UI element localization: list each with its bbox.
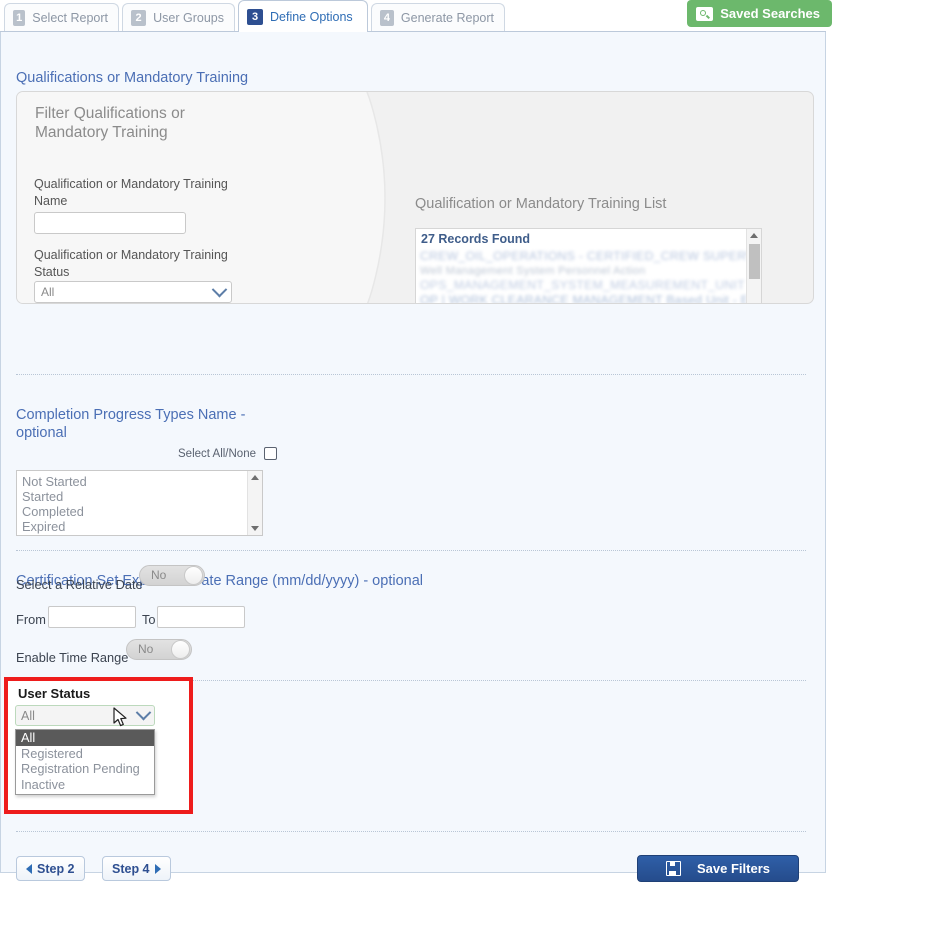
- qualification-list-rows: CREW_OIL_OPERATIONS - CERTIFIED_CREW SUP…: [420, 249, 759, 303]
- vertical-scroll-thumb[interactable]: [749, 244, 760, 279]
- relative-date-label: Select a Relative Date: [16, 577, 143, 592]
- tab-number-2: 2: [131, 9, 147, 26]
- arrow-right-icon: [154, 863, 161, 874]
- time-range-toggle-value: No: [138, 642, 154, 656]
- dropdown-option-all[interactable]: All: [16, 730, 154, 746]
- report-wizard-page: 1 Select Report 2 User Groups 3 Define O…: [0, 0, 946, 933]
- to-date-input[interactable]: [157, 606, 245, 628]
- tab-label-select-report: Select Report: [32, 10, 108, 25]
- list-item[interactable]: Well Management System Personnel Action: [420, 264, 759, 279]
- qualification-status-select[interactable]: All: [34, 281, 232, 303]
- folder-search-icon: [696, 6, 714, 21]
- section-divider: [16, 831, 806, 832]
- divider-curve-shape: [337, 92, 386, 303]
- qualifications-section-title: Qualifications or Mandatory Training: [16, 70, 249, 86]
- to-label: To: [142, 612, 156, 627]
- chevron-down-icon: [211, 281, 228, 297]
- qualification-status-value: All: [41, 285, 55, 299]
- user-status-dropdown-list[interactable]: All Registered Registration Pending Inac…: [15, 729, 155, 795]
- user-status-label: User Status: [18, 686, 91, 701]
- tab-generate-report[interactable]: 4 Generate Report: [371, 3, 505, 31]
- qualification-name-label: Qualification or Mandatory Training Name: [34, 177, 228, 208]
- select-all-none-label: Select All/None: [178, 447, 256, 460]
- relative-date-toggle-value: No: [151, 568, 167, 582]
- tab-number-4: 4: [380, 9, 394, 26]
- list-item[interactable]: OP | WORK CLEARANCE MANAGEMENT Based Uni…: [420, 293, 759, 303]
- qualifications-filter-panel: Filter Qualifications or Mandatory Train…: [16, 91, 814, 304]
- scroll-up-arrow-icon[interactable]: [251, 475, 259, 480]
- records-found-count: 27 Records Found: [421, 232, 531, 246]
- list-item[interactable]: CREW_OIL_OPERATIONS - CERTIFIED_CREW SUP…: [420, 249, 759, 264]
- user-status-select[interactable]: All: [15, 704, 155, 726]
- previous-step-label: Step 2: [37, 861, 75, 876]
- arrow-left-icon: [26, 863, 32, 874]
- list-vertical-scrollbar[interactable]: [746, 229, 761, 303]
- select-all-none-control[interactable]: Select All/None: [178, 447, 277, 460]
- list-item[interactable]: Completed: [17, 504, 262, 519]
- floppy-disk-icon: [666, 861, 681, 876]
- tab-select-report[interactable]: 1 Select Report: [4, 3, 119, 31]
- scroll-up-arrow-icon[interactable]: [750, 233, 758, 238]
- tab-number-1: 1: [13, 9, 26, 26]
- completion-progress-listbox[interactable]: Not Started Started Completed Expired: [16, 470, 263, 536]
- toggle-knob: [184, 566, 203, 585]
- qualification-name-input[interactable]: [34, 212, 186, 234]
- qualification-list-box[interactable]: 27 Records Found CREW_OIL_OPERATIONS - C…: [415, 228, 762, 303]
- dropdown-option-registration-pending[interactable]: Registration Pending: [16, 761, 154, 777]
- section-divider: [16, 550, 806, 551]
- tab-label-define-options: Define Options: [270, 9, 353, 24]
- panel-divider-curve: [337, 92, 397, 303]
- dropdown-option-inactive[interactable]: Inactive: [16, 777, 154, 793]
- section-divider: [16, 374, 806, 375]
- save-filters-label: Save Filters: [697, 861, 770, 876]
- from-label: From: [16, 612, 46, 627]
- qualification-status-label: Qualification or Mandatory Training Stat…: [34, 248, 228, 279]
- scroll-down-arrow-icon[interactable]: [251, 526, 259, 531]
- time-range-toggle[interactable]: No: [126, 639, 192, 660]
- filter-panel-title: Filter Qualifications or Mandatory Train…: [35, 105, 185, 141]
- previous-step-button[interactable]: Step 2: [16, 856, 85, 881]
- completion-list-scrollbar[interactable]: [247, 471, 262, 535]
- completion-progress-section-title: Completion Progress Types Name - optiona…: [16, 407, 246, 441]
- saved-searches-button[interactable]: Saved Searches: [687, 0, 832, 27]
- tab-label-generate-report: Generate Report: [400, 10, 494, 25]
- user-status-selected-value: All: [21, 708, 35, 723]
- saved-searches-label: Saved Searches: [720, 6, 820, 21]
- tab-define-options[interactable]: 3 Define Options: [238, 0, 368, 32]
- list-item[interactable]: OPS_MANAGEMENT_SYSTEM_MEASUREMENT_UNIT: [420, 278, 759, 293]
- tab-number-3: 3: [247, 8, 263, 25]
- relative-date-toggle[interactable]: No: [139, 565, 205, 586]
- list-item[interactable]: Started: [17, 489, 262, 504]
- tab-user-groups[interactable]: 2 User Groups: [122, 3, 235, 31]
- select-all-none-checkbox[interactable]: [264, 447, 277, 460]
- next-step-label: Step 4: [112, 861, 150, 876]
- list-item[interactable]: Expired: [17, 519, 262, 534]
- list-item[interactable]: Not Started: [17, 471, 262, 489]
- dropdown-option-registered[interactable]: Registered: [16, 746, 154, 762]
- toggle-knob: [171, 640, 190, 659]
- time-range-label: Enable Time Range: [16, 650, 129, 665]
- save-filters-button[interactable]: Save Filters: [637, 855, 799, 882]
- next-step-button[interactable]: Step 4: [102, 856, 171, 881]
- from-date-input[interactable]: [48, 606, 136, 628]
- chevron-down-icon: [135, 704, 152, 721]
- tab-label-user-groups: User Groups: [153, 10, 224, 25]
- qualification-list-title: Qualification or Mandatory Training List: [415, 196, 667, 212]
